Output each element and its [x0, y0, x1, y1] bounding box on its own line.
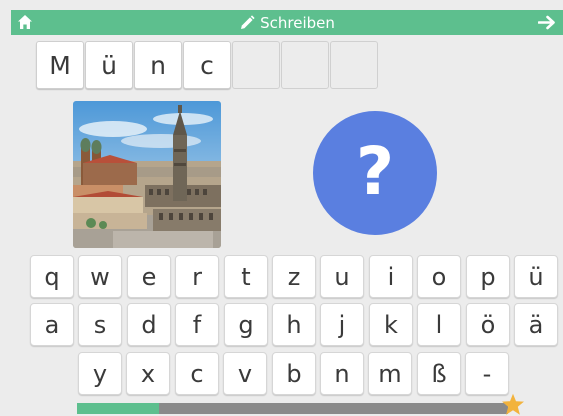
- key-s[interactable]: s: [78, 303, 122, 346]
- letter-slot: [232, 41, 280, 89]
- key-d[interactable]: d: [127, 303, 171, 346]
- key-i[interactable]: i: [369, 255, 413, 298]
- key-x[interactable]: x: [126, 352, 170, 395]
- letter-slot: [281, 41, 329, 89]
- key-r[interactable]: r: [175, 255, 219, 298]
- key-t[interactable]: t: [224, 255, 268, 298]
- key-v[interactable]: v: [223, 352, 267, 395]
- header-title-group: Schreiben: [11, 10, 563, 35]
- key-y[interactable]: y: [78, 352, 122, 395]
- key-ü[interactable]: ü: [514, 255, 558, 298]
- key-c[interactable]: c: [175, 352, 219, 395]
- letter-slot: n: [134, 41, 182, 89]
- next-button[interactable]: [531, 10, 563, 35]
- help-button[interactable]: ?: [313, 111, 437, 235]
- star-icon: [502, 393, 524, 415]
- key-u[interactable]: u: [320, 255, 364, 298]
- word-picture: [73, 101, 221, 248]
- progress-bar: [77, 403, 508, 414]
- question-icon: ?: [355, 133, 395, 210]
- key-z[interactable]: z: [272, 255, 316, 298]
- key-h[interactable]: h: [272, 303, 316, 346]
- letter-slot: c: [183, 41, 231, 89]
- key-p[interactable]: p: [466, 255, 510, 298]
- key-o[interactable]: o: [417, 255, 461, 298]
- page-title: Schreiben: [260, 13, 335, 32]
- key-w[interactable]: w: [78, 255, 122, 298]
- progress-fill: [77, 403, 159, 414]
- letter-slot: ü: [85, 41, 133, 89]
- pencil-icon: [241, 14, 255, 29]
- key-ß[interactable]: ß: [417, 352, 461, 395]
- home-icon: [18, 15, 32, 29]
- key-k[interactable]: k: [369, 303, 413, 346]
- key-n[interactable]: n: [320, 352, 364, 395]
- home-button[interactable]: [11, 10, 39, 35]
- key-j[interactable]: j: [320, 303, 364, 346]
- letter-slot: [330, 41, 378, 89]
- arrow-right-icon: [538, 15, 555, 30]
- key-g[interactable]: g: [224, 303, 268, 346]
- key-e[interactable]: e: [127, 255, 171, 298]
- key-ö[interactable]: ö: [466, 303, 510, 346]
- key-a[interactable]: a: [30, 303, 74, 346]
- key--[interactable]: -: [465, 352, 509, 395]
- letter-slot: M: [36, 41, 84, 89]
- key-b[interactable]: b: [272, 352, 316, 395]
- key-l[interactable]: l: [417, 303, 461, 346]
- munich-photo: [73, 101, 221, 248]
- key-m[interactable]: m: [368, 352, 412, 395]
- key-ä[interactable]: ä: [514, 303, 558, 346]
- key-q[interactable]: q: [30, 255, 74, 298]
- key-f[interactable]: f: [175, 303, 219, 346]
- header-bar: Schreiben: [11, 10, 563, 35]
